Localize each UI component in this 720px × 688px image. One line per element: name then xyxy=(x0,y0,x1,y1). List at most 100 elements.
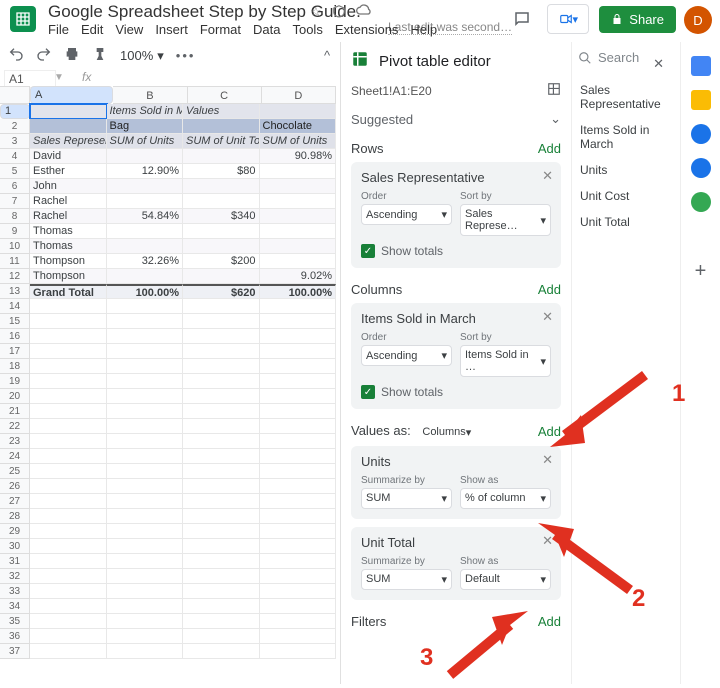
cell[interactable] xyxy=(30,479,107,494)
cell[interactable]: $620 xyxy=(183,284,260,299)
cell[interactable] xyxy=(107,554,184,569)
range-picker-icon[interactable] xyxy=(547,82,561,99)
row-header[interactable]: 21 xyxy=(0,404,30,419)
cell[interactable]: SUM of Units xyxy=(107,134,184,149)
cell[interactable] xyxy=(183,584,260,599)
cell[interactable] xyxy=(260,389,337,404)
cell[interactable] xyxy=(30,359,107,374)
cell[interactable] xyxy=(107,434,184,449)
row-header[interactable]: 16 xyxy=(0,329,30,344)
cell[interactable] xyxy=(183,194,260,209)
row-header[interactable]: 15 xyxy=(0,314,30,329)
cell[interactable]: Values xyxy=(183,104,260,119)
cols-showtotals-checkbox[interactable]: ✓ xyxy=(361,385,375,399)
cell[interactable] xyxy=(260,434,337,449)
cell[interactable] xyxy=(183,299,260,314)
field-item[interactable]: Unit Cost xyxy=(578,183,670,209)
value-summarize-select[interactable]: SUM▾ xyxy=(361,488,452,509)
cell[interactable] xyxy=(107,539,184,554)
row-header[interactable]: 29 xyxy=(0,524,30,539)
cell[interactable]: SUM of Units xyxy=(260,134,337,149)
row-header[interactable]: 31 xyxy=(0,554,30,569)
cell[interactable] xyxy=(107,524,184,539)
cell[interactable] xyxy=(30,314,107,329)
cell[interactable] xyxy=(183,554,260,569)
cell[interactable] xyxy=(107,149,184,164)
cell[interactable] xyxy=(183,419,260,434)
col-header[interactable]: D xyxy=(262,86,336,104)
cell[interactable] xyxy=(260,539,337,554)
row-header[interactable]: 5 xyxy=(0,164,30,179)
cell[interactable] xyxy=(30,464,107,479)
row-header[interactable]: 9 xyxy=(0,224,30,239)
cell[interactable] xyxy=(260,584,337,599)
cell[interactable] xyxy=(183,374,260,389)
cell[interactable] xyxy=(107,314,184,329)
cell[interactable] xyxy=(260,374,337,389)
cell[interactable] xyxy=(183,314,260,329)
row-header[interactable]: 32 xyxy=(0,569,30,584)
cell[interactable] xyxy=(30,644,107,659)
cell[interactable] xyxy=(107,179,184,194)
cell[interactable]: John xyxy=(30,179,107,194)
row-header[interactable]: 23 xyxy=(0,434,30,449)
cell[interactable] xyxy=(183,224,260,239)
row-header[interactable]: 6 xyxy=(0,179,30,194)
cell[interactable] xyxy=(107,479,184,494)
cell[interactable] xyxy=(260,314,337,329)
cell[interactable] xyxy=(30,584,107,599)
cell[interactable] xyxy=(183,404,260,419)
move-icon[interactable] xyxy=(332,4,346,21)
zoom-select[interactable]: 100% ▾ xyxy=(120,48,164,64)
row-header[interactable]: 2 xyxy=(0,119,30,134)
cell[interactable]: Grand Total xyxy=(30,284,107,299)
cell[interactable]: Thomas xyxy=(30,239,107,254)
menu-view[interactable]: View xyxy=(115,22,143,37)
cell[interactable] xyxy=(183,599,260,614)
collapse-toolbar-icon[interactable]: ^ xyxy=(324,48,330,63)
cols-sortby-select[interactable]: Items Sold in …▾ xyxy=(460,345,551,377)
meet-button[interactable]: ▾ xyxy=(547,4,589,34)
row-header[interactable]: 17 xyxy=(0,344,30,359)
menu-data[interactable]: Data xyxy=(253,22,280,37)
cell[interactable] xyxy=(183,119,260,134)
row-header[interactable]: 35 xyxy=(0,614,30,629)
cell[interactable] xyxy=(107,494,184,509)
cell[interactable] xyxy=(30,509,107,524)
cell[interactable] xyxy=(260,179,337,194)
cell[interactable] xyxy=(107,299,184,314)
cell[interactable]: Sales Representa xyxy=(30,134,107,149)
cell[interactable] xyxy=(260,554,337,569)
row-header[interactable]: 4 xyxy=(0,149,30,164)
cell[interactable] xyxy=(30,389,107,404)
cell[interactable]: Chocolate xyxy=(260,119,337,134)
cell[interactable] xyxy=(107,584,184,599)
cell[interactable] xyxy=(183,614,260,629)
row-header[interactable]: 24 xyxy=(0,449,30,464)
tasks-icon[interactable] xyxy=(691,124,711,144)
cell[interactable] xyxy=(183,359,260,374)
cell[interactable] xyxy=(30,119,107,134)
cell[interactable]: 54.84% xyxy=(107,209,184,224)
row-header[interactable]: 26 xyxy=(0,479,30,494)
row-header[interactable]: 20 xyxy=(0,389,30,404)
cell[interactable] xyxy=(183,329,260,344)
cell[interactable]: SUM of Unit Tot xyxy=(183,134,260,149)
row-header[interactable]: 37 xyxy=(0,644,30,659)
value-showas-select[interactable]: % of column▾ xyxy=(460,488,551,509)
cell[interactable] xyxy=(30,344,107,359)
row-header[interactable]: 36 xyxy=(0,629,30,644)
cell[interactable]: 100.00% xyxy=(260,284,337,299)
cell[interactable] xyxy=(107,449,184,464)
cell[interactable] xyxy=(260,209,337,224)
menu-extensions[interactable]: Extensions xyxy=(335,22,399,37)
cell[interactable] xyxy=(30,524,107,539)
chevron-down-icon[interactable]: ⌄ xyxy=(550,111,561,127)
cell[interactable]: Rachel xyxy=(30,194,107,209)
comments-icon[interactable] xyxy=(507,4,537,34)
cell[interactable] xyxy=(260,404,337,419)
cell[interactable]: 12.90% xyxy=(107,164,184,179)
cell[interactable] xyxy=(107,629,184,644)
row-header[interactable]: 13 xyxy=(0,284,30,299)
cell[interactable] xyxy=(107,404,184,419)
